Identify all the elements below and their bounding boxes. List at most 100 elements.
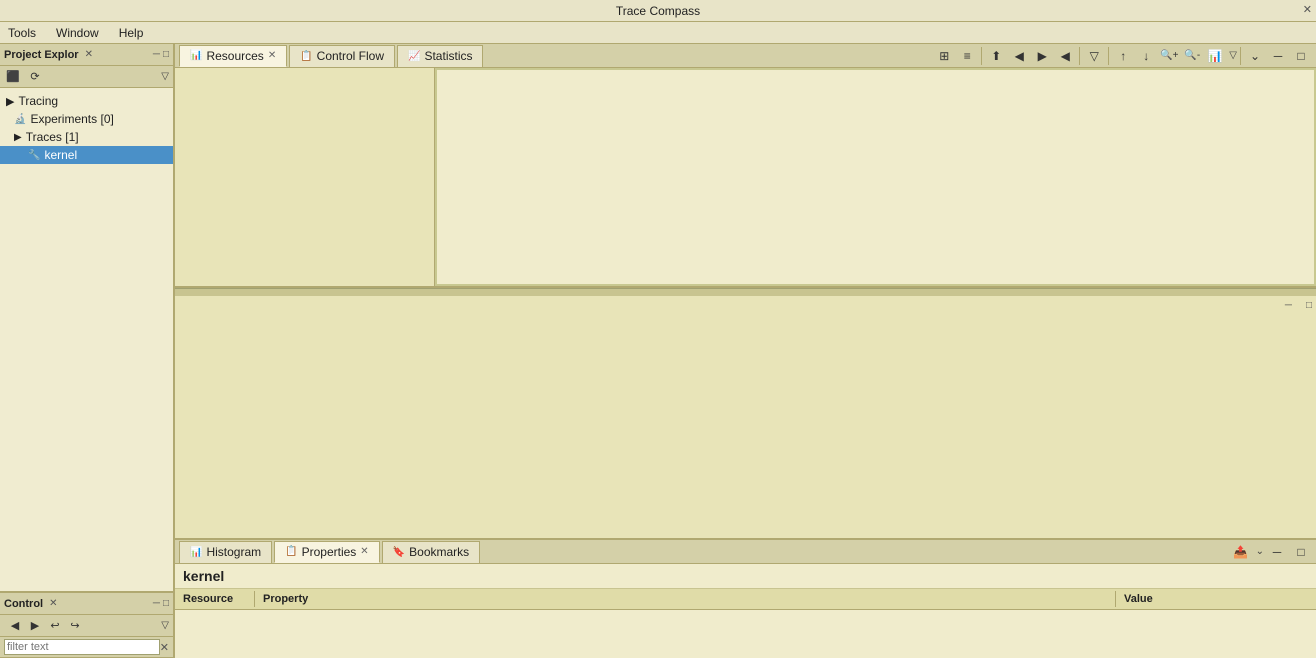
properties-tab-close-icon[interactable]: ✕ [360,546,368,557]
control-flow-tab-icon: 📋 [300,51,312,62]
nav-redo-button[interactable]: ↪ [66,617,84,635]
right-area: 📊 Resources ✕ 📋 Control Flow 📈 Statistic… [175,44,1316,658]
toolbar-separator-4 [1240,47,1241,65]
tree-item-traces[interactable]: ▶ Traces [1] [0,128,173,146]
bottom-min-button[interactable]: ─ [1266,542,1288,562]
experiments-label: Experiments [0] [30,112,113,126]
control-panel-min-button[interactable]: ─ [153,598,160,609]
control-panel-close-icon[interactable]: ✕ [49,598,57,609]
horizontal-scrollbar[interactable] [175,288,1316,296]
toolbar-scroll-down-button[interactable]: ↓ [1135,46,1157,66]
project-explorer-max-button[interactable]: □ [163,49,169,60]
toolbar-zoom-out-button[interactable]: 🔍- [1181,46,1203,66]
properties-tab-icon: 📋 [285,546,297,557]
toolbar-chart-button[interactable]: 📊 [1204,46,1226,66]
toolbar-list-button[interactable]: ≡ [956,46,978,66]
histogram-tab-icon: 📊 [190,547,202,558]
toolbar-scroll-up-button[interactable]: ↑ [1112,46,1134,66]
bookmarks-tab-icon: 🔖 [393,547,405,558]
nav-back-button[interactable]: ◀ [6,617,24,635]
project-explorer-close-icon[interactable]: ✕ [85,49,93,60]
tab-properties[interactable]: 📋 Properties ✕ [274,541,380,563]
resource-column-header: Resource [175,591,255,607]
timeline-left-pane [175,68,435,286]
traces-folder-icon: ▶ [14,132,22,143]
properties-content: kernel Resource Property Value [175,564,1316,658]
bottom-toolbar-right: 📤 ⌄ ─ □ [1230,542,1312,562]
toolbar-minimize-button[interactable]: ─ [1267,46,1289,66]
project-explorer-header: Project Explor ✕ ─ □ [0,44,173,66]
menu-tools[interactable]: Tools [4,25,40,41]
tab-histogram[interactable]: 📊 Histogram [179,541,272,563]
menu-help[interactable]: Help [115,25,148,41]
main-toolbar: ⊞ ≡ ⬆ ◀ ▶ ◀ ▽ ↑ ↓ 🔍+ 🔍- 📊 ▽ ⌄ ─ □ [933,46,1312,66]
control-toolbar: ◀ ▶ ↩ ↪ ▽ [0,615,173,637]
menu-bar: Tools Window Help [0,22,1316,44]
properties-title: kernel [175,564,1316,589]
tree-item-experiments[interactable]: 🔬 Experiments [0] [0,110,173,128]
tab-resources[interactable]: 📊 Resources ✕ [179,45,287,67]
control-panel-max-button[interactable]: □ [163,598,169,609]
tab-bookmarks[interactable]: 🔖 Bookmarks [382,541,480,563]
project-explorer-min-button[interactable]: ─ [153,49,160,60]
toolbar-chevron-button[interactable]: ⌄ [1244,46,1266,66]
toolbar-separator-2 [1079,47,1080,65]
resources-tab-close-icon[interactable]: ✕ [268,50,276,61]
tree-item-kernel[interactable]: 🔧 kernel [0,146,173,164]
properties-table-header: Resource Property Value [175,589,1316,610]
collapse-all-button[interactable]: ⬛ [4,68,22,86]
title-bar-close-button[interactable]: ✕ [1303,3,1312,16]
bottom-tab-bar: 📊 Histogram 📋 Properties ✕ 🔖 Bookmarks 📤 [175,540,1316,564]
toolbar-filter-button[interactable]: ▽ [1083,46,1105,66]
tab-control-flow[interactable]: 📋 Control Flow [289,45,395,67]
refresh-button[interactable]: ⟳ [26,68,44,86]
properties-tab-label: Properties [302,545,357,559]
toolbar-arrow-left-button[interactable]: ◀ [1054,46,1076,66]
statistics-tab-label: Statistics [424,49,472,63]
resources-tab-label: Resources [206,49,263,63]
toolbar-select-mode-button[interactable]: ◀ [1008,46,1030,66]
bottom-chevron-icon[interactable]: ⌄ [1256,546,1264,557]
tree-item-tracing[interactable]: ▶ Tracing [0,92,173,110]
bottom-max-button[interactable]: □ [1290,542,1312,562]
statistics-tab-icon: 📈 [408,51,420,62]
project-tree: ▶ Tracing 🔬 Experiments [0] ▶ Traces [1]… [0,88,173,591]
bottom-area: 📊 Histogram 📋 Properties ✕ 🔖 Bookmarks 📤 [175,538,1316,658]
toolbar-separator-3 [1108,47,1109,65]
toolbar-expand-button[interactable]: ⊞ [933,46,955,66]
filter-bar: ✕ [0,637,173,658]
timeline-right-pane [435,68,1316,286]
experiments-folder-icon: 🔬 [14,114,26,125]
toolbar-more-chevron-icon[interactable]: ▽ [1229,50,1237,61]
lower-maximize-button[interactable]: □ [1306,300,1312,311]
control-panel-title: Control [4,598,43,610]
toolbar-maximize-button[interactable]: □ [1290,46,1312,66]
filter-clear-button[interactable]: ✕ [160,641,169,654]
control-panel: Control ✕ ─ □ ◀ ▶ ↩ ↪ ▽ ✕ [0,591,175,658]
lower-content: ─ □ [175,296,1316,538]
control-nav-buttons: ◀ ▶ ↩ ↪ [4,617,86,635]
bottom-export-button[interactable]: 📤 [1230,542,1252,562]
toolbar-chevron-icon[interactable]: ▽ [161,71,169,82]
filter-input[interactable] [4,639,160,655]
nav-forward-button[interactable]: ▶ [26,617,44,635]
nav-undo-button[interactable]: ↩ [46,617,64,635]
toolbar-zoom-in-button[interactable]: 🔍+ [1158,46,1180,66]
content-area: ─ □ 📊 Histogram 📋 Properties ✕ [175,68,1316,658]
lower-minimize-button[interactable]: ─ [1285,300,1292,311]
toolbar-arrow-right-button[interactable]: ▶ [1031,46,1053,66]
traces-label: Traces [1] [26,130,79,144]
menu-window[interactable]: Window [52,25,103,41]
upper-content [175,68,1316,288]
tab-bar: 📊 Resources ✕ 📋 Control Flow 📈 Statistic… [175,44,1316,68]
value-column-header: Value [1116,591,1316,607]
tracing-folder-icon: ▶ [6,95,14,108]
resources-tab-icon: 📊 [190,50,202,61]
histogram-tab-label: Histogram [206,545,261,559]
tab-statistics[interactable]: 📈 Statistics [397,45,483,67]
kernel-label: kernel [44,148,77,162]
control-panel-header: Control ✕ ─ □ [0,593,173,615]
toolbar-up-button[interactable]: ⬆ [985,46,1007,66]
control-toolbar-chevron-icon[interactable]: ▽ [161,620,169,631]
kernel-icon: 🔧 [28,150,40,161]
